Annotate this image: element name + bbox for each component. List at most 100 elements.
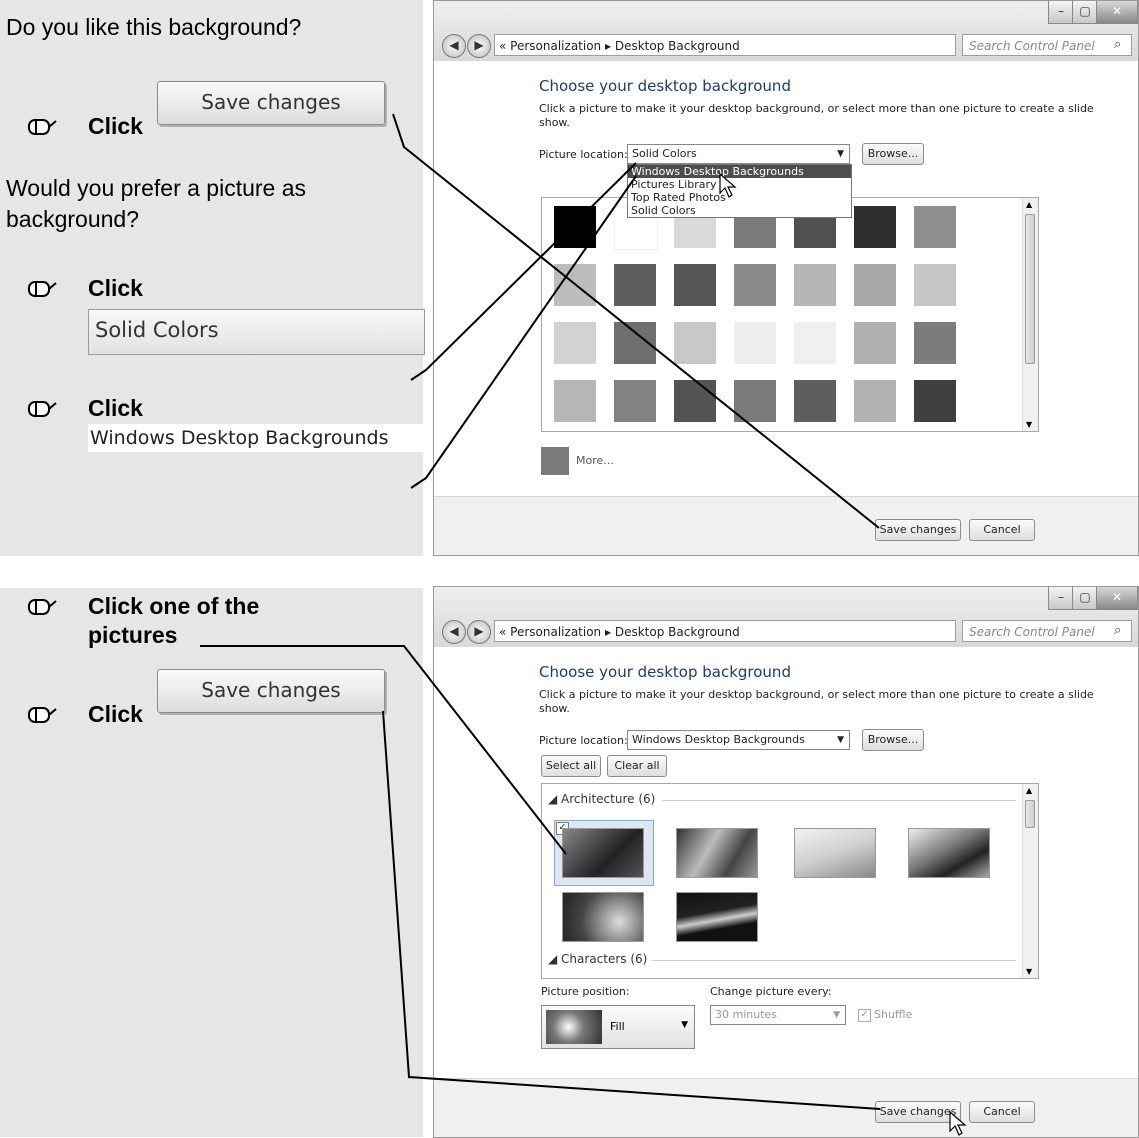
chevron-down-icon: ▼ (837, 735, 844, 745)
cancel-button[interactable]: Cancel (969, 1101, 1035, 1123)
maximize-icon[interactable]: ▢ (1072, 587, 1098, 610)
shuffle-label: Shuffle (874, 1008, 913, 1021)
category-architecture[interactable]: ◢ Architecture (6) (548, 792, 655, 806)
color-swatch[interactable] (554, 206, 596, 248)
picture-location-dropdown[interactable]: Solid Colors ▼ (627, 144, 850, 164)
color-swatch[interactable] (554, 380, 596, 422)
search-icon[interactable]: ⌕ (1114, 623, 1121, 638)
scroll-down-icon[interactable]: ▼ (1026, 967, 1032, 976)
picture-location-dropdown[interactable]: Windows Desktop Backgrounds ▼ (627, 730, 850, 750)
picture-position-label: Picture position: (541, 985, 630, 998)
browse-button[interactable]: Browse... (862, 143, 924, 165)
close-icon[interactable]: ✕ (1096, 1, 1138, 24)
color-swatch[interactable] (734, 322, 776, 364)
color-swatch[interactable] (854, 264, 896, 306)
color-swatch[interactable] (854, 380, 896, 422)
back-arrow-icon[interactable]: ◀ (442, 620, 466, 644)
scroll-down-icon[interactable]: ▼ (1026, 420, 1032, 429)
color-swatch[interactable] (674, 380, 716, 422)
category-label: Characters (6) (561, 952, 648, 966)
scroll-up-icon[interactable]: ▲ (1026, 200, 1032, 209)
color-swatch[interactable] (854, 206, 896, 248)
address-bar[interactable]: « Personalization ▸ Desktop Background (494, 34, 956, 56)
back-arrow-icon[interactable]: ◀ (442, 34, 466, 58)
color-swatch[interactable] (674, 264, 716, 306)
dropdown-option[interactable]: Pictures Library (628, 178, 851, 191)
search-input[interactable]: Search Control Panel (962, 34, 1132, 56)
color-swatch[interactable] (794, 264, 836, 306)
picture-thumbnail[interactable] (794, 828, 876, 878)
clear-all-button[interactable]: Clear all (607, 755, 667, 777)
question-picture-line1: Would you prefer a picture as (6, 175, 307, 201)
breadcrumb-personalization[interactable]: Personalization (510, 625, 601, 639)
picture-thumbnail[interactable] (676, 828, 758, 878)
scroll-thumb[interactable] (1025, 800, 1035, 828)
page-description: Click a picture to make it your desktop … (539, 688, 1099, 716)
picture-location-value: Windows Desktop Backgrounds (632, 733, 805, 746)
question-picture-line2: background? (6, 206, 139, 232)
shuffle-checkbox[interactable]: ✓ (858, 1009, 871, 1022)
scroll-thumb[interactable] (1025, 214, 1035, 364)
vertical-scrollbar[interactable]: ▲ ▼ (1022, 784, 1038, 978)
picture-thumbnail[interactable] (562, 892, 644, 942)
color-swatch[interactable] (914, 264, 956, 306)
select-all-button[interactable]: Select all (541, 755, 601, 777)
mouse-icon (28, 119, 57, 135)
color-swatch[interactable] (914, 322, 956, 364)
minimize-icon[interactable]: – (1048, 587, 1074, 610)
color-swatch[interactable] (914, 206, 956, 248)
click-label: Click (88, 395, 143, 421)
color-swatch[interactable] (554, 264, 596, 306)
category-characters[interactable]: ◢ Characters (6) (548, 952, 647, 966)
breadcrumb-desktop-background[interactable]: Desktop Background (615, 625, 740, 639)
breadcrumb-prefix: « (499, 39, 507, 53)
change-picture-every-value: 30 minutes (715, 1008, 778, 1021)
pointer-cursor-icon (949, 1111, 967, 1136)
click-label: Click (88, 275, 143, 301)
more-colors-swatch[interactable] (541, 447, 569, 475)
color-swatch[interactable] (614, 380, 656, 422)
save-changes-button[interactable]: Save changes (875, 519, 961, 541)
mouse-icon (28, 281, 57, 297)
forward-arrow-icon[interactable]: ▶ (467, 620, 491, 644)
color-swatch[interactable] (734, 380, 776, 422)
picture-thumbnail[interactable] (676, 892, 758, 942)
dropdown-option[interactable]: Top Rated Photos (628, 191, 851, 204)
solid-colors-grid: ▲ ▼ (541, 197, 1039, 432)
picture-thumbnail[interactable] (562, 828, 644, 878)
forward-arrow-icon[interactable]: ▶ (467, 34, 491, 58)
scroll-up-icon[interactable]: ▲ (1026, 786, 1032, 795)
search-icon[interactable]: ⌕ (1114, 37, 1121, 52)
picture-location-label: Picture location: (539, 734, 628, 747)
color-swatch[interactable] (674, 322, 716, 364)
more-colors-link[interactable]: More... (576, 454, 614, 467)
chevron-down-icon: ▼ (837, 149, 844, 159)
color-swatch[interactable] (614, 264, 656, 306)
picture-thumbnail[interactable] (908, 828, 990, 878)
search-input[interactable]: Search Control Panel (962, 620, 1132, 642)
breadcrumb-personalization[interactable]: Personalization (510, 39, 601, 53)
picture-position-dropdown[interactable]: Fill ▼ (541, 1005, 695, 1049)
click-label: Click (88, 701, 143, 727)
color-swatch[interactable] (914, 380, 956, 422)
color-swatch[interactable] (614, 322, 656, 364)
vertical-scrollbar[interactable]: ▲ ▼ (1022, 198, 1038, 431)
change-picture-every-dropdown[interactable]: 30 minutes ▼ (710, 1005, 846, 1025)
color-swatch[interactable] (794, 380, 836, 422)
page-heading: Choose your desktop background (539, 663, 791, 681)
cancel-button[interactable]: Cancel (969, 519, 1035, 541)
step-click-picture-line1: Click one of the (88, 593, 260, 619)
dropdown-option[interactable]: Solid Colors (628, 204, 851, 217)
browse-button[interactable]: Browse... (862, 729, 924, 751)
color-swatch[interactable] (854, 322, 896, 364)
color-swatch[interactable] (554, 322, 596, 364)
close-icon[interactable]: ✕ (1096, 587, 1138, 610)
color-swatch[interactable] (734, 264, 776, 306)
minimize-icon[interactable]: – (1048, 1, 1074, 24)
picture-position-value: Fill (610, 1020, 625, 1033)
dropdown-option[interactable]: Windows Desktop Backgrounds (628, 165, 851, 178)
address-bar[interactable]: « Personalization ▸ Desktop Background (494, 620, 956, 642)
breadcrumb-desktop-background[interactable]: Desktop Background (615, 39, 740, 53)
color-swatch[interactable] (794, 322, 836, 364)
maximize-icon[interactable]: ▢ (1072, 1, 1098, 24)
